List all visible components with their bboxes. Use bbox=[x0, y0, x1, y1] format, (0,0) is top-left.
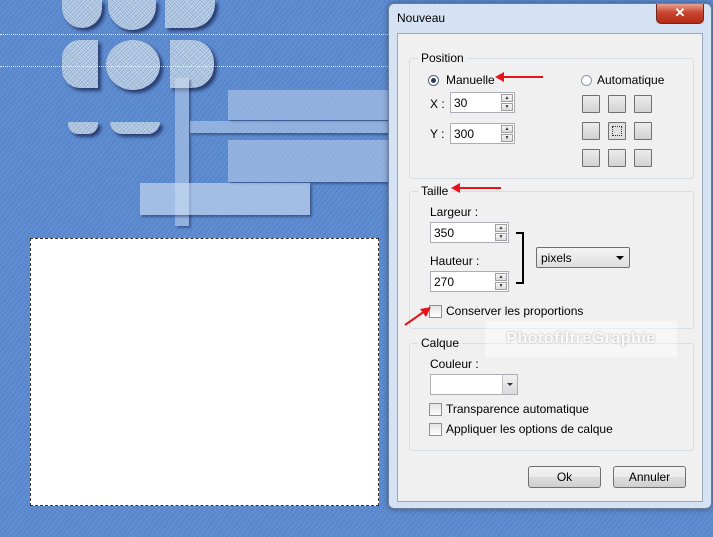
anchor-middle-left[interactable] bbox=[582, 122, 600, 140]
x-value[interactable]: 30 bbox=[454, 96, 467, 110]
anchor-bottom-left[interactable] bbox=[582, 149, 600, 167]
size-group: Taille Largeur : 350 ▲ ▼ Hauteur : 270 ▲… bbox=[409, 184, 694, 329]
cancel-button[interactable]: Annuler bbox=[613, 466, 686, 488]
apply-options-checkbox[interactable] bbox=[429, 423, 442, 436]
anchor-center[interactable] bbox=[608, 122, 626, 140]
unit-value: pixels bbox=[541, 251, 572, 265]
auto-transparency-label[interactable]: Transparence automatique bbox=[446, 402, 589, 416]
x-label: X : bbox=[430, 97, 445, 111]
close-button[interactable]: ✕ bbox=[656, 4, 704, 24]
width-label: Largeur : bbox=[430, 205, 479, 219]
width-stepper-arrows: ▲ ▼ bbox=[495, 224, 507, 241]
y-up-arrow-icon[interactable]: ▲ bbox=[501, 125, 513, 133]
color-swatch bbox=[433, 377, 499, 392]
anchor-bottom-right[interactable] bbox=[634, 149, 652, 167]
anchor-top-right[interactable] bbox=[634, 95, 652, 113]
layer-legend: Calque bbox=[418, 336, 463, 350]
dialog-title: Nouveau bbox=[397, 11, 446, 25]
height-value[interactable]: 270 bbox=[434, 275, 454, 289]
annotation-arrow-keep-ratio bbox=[403, 305, 433, 327]
y-value[interactable]: 300 bbox=[454, 127, 474, 141]
new-image-canvas bbox=[30, 238, 379, 506]
position-legend: Position bbox=[418, 51, 467, 65]
x-stepper-arrows: ▲ ▼ bbox=[501, 94, 513, 111]
height-down-arrow-icon[interactable]: ▼ bbox=[495, 282, 507, 290]
y-stepper-arrows: ▲ ▼ bbox=[501, 125, 513, 142]
anchor-top-center[interactable] bbox=[608, 95, 626, 113]
dialog-body: Position Manuelle Automatique X : 30 ▲ ▼… bbox=[397, 33, 703, 502]
x-stepper[interactable]: 30 ▲ ▼ bbox=[450, 92, 515, 113]
ok-button[interactable]: Ok bbox=[528, 466, 601, 488]
y-label: Y : bbox=[430, 127, 445, 141]
automatic-radio[interactable] bbox=[581, 75, 592, 86]
chevron-down-icon bbox=[616, 256, 624, 260]
width-down-arrow-icon[interactable]: ▼ bbox=[495, 233, 507, 241]
position-group: Position Manuelle Automatique X : 30 ▲ ▼… bbox=[409, 51, 694, 179]
new-image-dialog: Nouveau ✕ Position Manuelle Automatique … bbox=[388, 3, 712, 509]
keep-ratio-label[interactable]: Conserver les proportions bbox=[446, 304, 583, 318]
anchor-bottom-center[interactable] bbox=[608, 149, 626, 167]
height-label: Hauteur : bbox=[430, 254, 480, 268]
apply-options-label[interactable]: Appliquer les options de calque bbox=[446, 422, 613, 436]
color-label: Couleur : bbox=[430, 357, 479, 371]
dialog-titlebar[interactable]: Nouveau ✕ bbox=[389, 4, 711, 32]
width-up-arrow-icon[interactable]: ▲ bbox=[495, 224, 507, 232]
anchor-top-left[interactable] bbox=[582, 95, 600, 113]
height-up-arrow-icon[interactable]: ▲ bbox=[495, 273, 507, 281]
linked-size-bracket bbox=[516, 232, 524, 284]
y-down-arrow-icon[interactable]: ▼ bbox=[501, 134, 513, 142]
layer-group: Calque Couleur : Transparence automatiqu… bbox=[409, 336, 694, 451]
width-value[interactable]: 350 bbox=[434, 226, 454, 240]
annotation-arrow-manual bbox=[495, 72, 543, 82]
auto-transparency-checkbox[interactable] bbox=[429, 403, 442, 416]
annotation-arrow-size bbox=[451, 183, 501, 193]
watermark: PhotofiltreGraphie bbox=[485, 321, 677, 357]
automatic-label[interactable]: Automatique bbox=[597, 73, 664, 87]
unit-select[interactable]: pixels bbox=[536, 247, 630, 268]
anchor-middle-right[interactable] bbox=[634, 122, 652, 140]
y-stepper[interactable]: 300 ▲ ▼ bbox=[450, 123, 515, 144]
x-down-arrow-icon[interactable]: ▼ bbox=[501, 103, 513, 111]
color-dropdown-arrow-icon[interactable] bbox=[502, 375, 517, 394]
manual-label[interactable]: Manuelle bbox=[446, 73, 495, 87]
close-icon: ✕ bbox=[674, 5, 686, 20]
manual-radio[interactable] bbox=[428, 75, 439, 86]
height-stepper-arrows: ▲ ▼ bbox=[495, 273, 507, 290]
width-stepper[interactable]: 350 ▲ ▼ bbox=[430, 222, 509, 243]
color-picker[interactable] bbox=[430, 374, 518, 395]
size-legend: Taille bbox=[418, 184, 452, 198]
height-stepper[interactable]: 270 ▲ ▼ bbox=[430, 271, 509, 292]
x-up-arrow-icon[interactable]: ▲ bbox=[501, 94, 513, 102]
